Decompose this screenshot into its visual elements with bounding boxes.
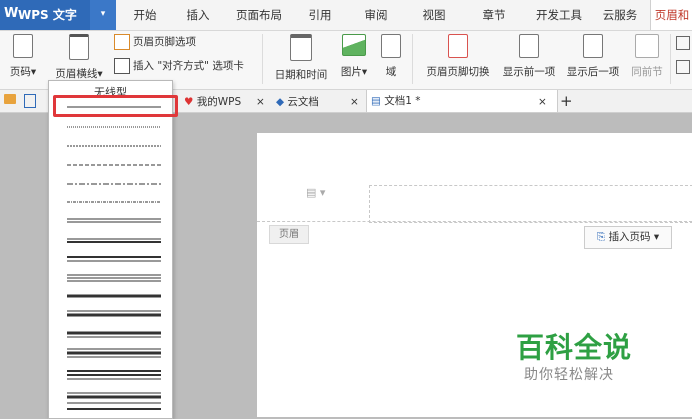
tab-cloud-docs-close[interactable]: × (350, 91, 362, 113)
tab-references[interactable]: 引用 (298, 0, 342, 30)
line-option-thin-thick-thin (67, 310, 161, 317)
calendar-icon (290, 34, 312, 61)
tab-home[interactable]: 开始 (120, 0, 170, 30)
tab-document1-close[interactable]: × (538, 91, 550, 113)
cloud-docs-icon: ◆ (276, 96, 285, 108)
tab-cloud-docs[interactable]: ◆ 云文档 (276, 91, 346, 113)
page-number-small-icon: ⎘ (596, 231, 606, 243)
tab-my-wps-close[interactable]: × (256, 91, 268, 113)
tab-view[interactable]: 视图 (412, 0, 456, 30)
header-divider (257, 221, 692, 222)
app-dropdown-arrow[interactable]: ▾ (90, 0, 116, 30)
picture-label: 图片 (340, 66, 362, 78)
tab-document1-label: 文档1 * (384, 95, 421, 107)
line-option-triple (67, 274, 161, 282)
header-style-icon[interactable]: ▤ ▾ (306, 186, 325, 199)
header-area[interactable] (369, 185, 692, 223)
same-as-previous-button[interactable]: 同前节 (626, 34, 668, 79)
page-number-label: 页码 (9, 66, 31, 78)
open-folder-icon[interactable] (4, 94, 16, 104)
watermark-title: 百科全说 (516, 331, 633, 364)
line-option-thin-thick (67, 218, 161, 223)
show-previous-label: 显示前一项 (502, 66, 556, 78)
tab-page-layout[interactable]: 页面布局 (228, 0, 290, 30)
switch-header-footer-label: 页眉页脚切换 (426, 66, 490, 78)
tab-my-wps-label: 我的WPS (196, 96, 242, 108)
header-label: 页眉 (269, 225, 309, 244)
page-number-icon (13, 34, 33, 58)
insert-page-number-button[interactable]: ⎘ 插入页码 ▾ (584, 226, 672, 249)
show-previous-button[interactable]: 显示前一项 (498, 34, 560, 79)
line-option-double-thick (67, 256, 161, 262)
field-label: 域 (385, 66, 397, 78)
insert-page-number-label: 插入页码 (608, 231, 651, 243)
save-icon[interactable] (24, 94, 36, 108)
picture-button[interactable]: 图片▾ (334, 34, 374, 79)
new-tab-button[interactable]: + (560, 90, 574, 112)
insert-align-tab-button[interactable]: 插入 "对齐方式" 选项卡 (114, 58, 244, 74)
caret-icon: ▾ (30, 66, 37, 78)
tab-developer[interactable]: 开发工具 (526, 0, 592, 30)
tab-cloud[interactable]: 云服务 (598, 0, 642, 30)
insert-align-tab-label: 插入 "对齐方式" 选项卡 (133, 60, 244, 72)
date-time-label: 日期和时间 (274, 69, 328, 81)
document-page[interactable] (257, 133, 692, 417)
caret-icon: ▾ (653, 231, 660, 243)
same-as-previous-label: 同前节 (631, 66, 663, 78)
switch-header-footer-icon (448, 34, 468, 58)
ribbon-separator (670, 34, 671, 84)
line-style-options (67, 106, 161, 410)
ribbon-extra-icon[interactable] (676, 60, 690, 74)
ribbon-extra-icon[interactable] (676, 36, 690, 50)
line-option-thick-thin-thick (67, 348, 161, 358)
selected-line-highlight[interactable] (53, 95, 178, 117)
field-icon (381, 34, 401, 58)
field-button[interactable]: 域 (378, 34, 404, 79)
header-footer-options-icon (114, 34, 130, 50)
line-option-triple-wide (67, 370, 161, 380)
app-name: WPS 文字 (18, 8, 77, 22)
header-line-dropdown: 无线型 (48, 80, 173, 419)
show-next-button[interactable]: 显示后一项 (562, 34, 624, 79)
app-menu-button[interactable]: W WPS 文字 ▾ (0, 0, 116, 30)
header-line-label: 页眉横线 (55, 68, 98, 80)
ribbon-separator (262, 34, 263, 84)
wps-logo-icon: W (4, 6, 19, 21)
wps-heart-icon: ♥ (184, 96, 194, 108)
show-next-icon (583, 34, 603, 58)
caret-icon: ▾ (97, 68, 103, 80)
tab-header-footer[interactable]: 页眉和 (650, 0, 692, 30)
tab-document1[interactable]: ▤ 文档1 * (366, 90, 558, 112)
date-time-button[interactable]: 日期和时间 (272, 34, 330, 82)
switch-header-footer-button[interactable]: 页眉页脚切换 (420, 34, 496, 79)
tab-my-wps[interactable]: ♥ 我的WPS (184, 91, 264, 113)
header-footer-options-label: 页眉页脚选项 (133, 36, 196, 48)
header-line-icon (69, 34, 89, 60)
line-option-thick-thin (67, 238, 161, 243)
tab-sections[interactable]: 章节 (472, 0, 516, 30)
picture-icon (342, 34, 366, 56)
line-option-wide (67, 331, 161, 338)
caret-icon: ▾ (361, 66, 368, 78)
show-next-label: 显示后一项 (566, 66, 620, 78)
tab-cloud-docs-label: 云文档 (287, 96, 319, 108)
show-previous-icon (519, 34, 539, 58)
tab-review[interactable]: 审阅 (354, 0, 398, 30)
insert-align-tab-icon (114, 58, 130, 74)
tab-insert[interactable]: 插入 (176, 0, 220, 30)
watermark-subtitle: 助你轻松解决 (524, 367, 614, 383)
same-as-previous-icon (635, 34, 659, 58)
page-number-button[interactable]: 页码▾ (4, 34, 42, 79)
line-option-quad (67, 392, 161, 410)
document-icon: ▤ (371, 95, 381, 107)
header-footer-options-button[interactable]: 页眉页脚选项 (114, 34, 196, 50)
header-line-button[interactable]: 页眉横线▾ (48, 34, 110, 81)
ribbon-separator (412, 34, 413, 84)
